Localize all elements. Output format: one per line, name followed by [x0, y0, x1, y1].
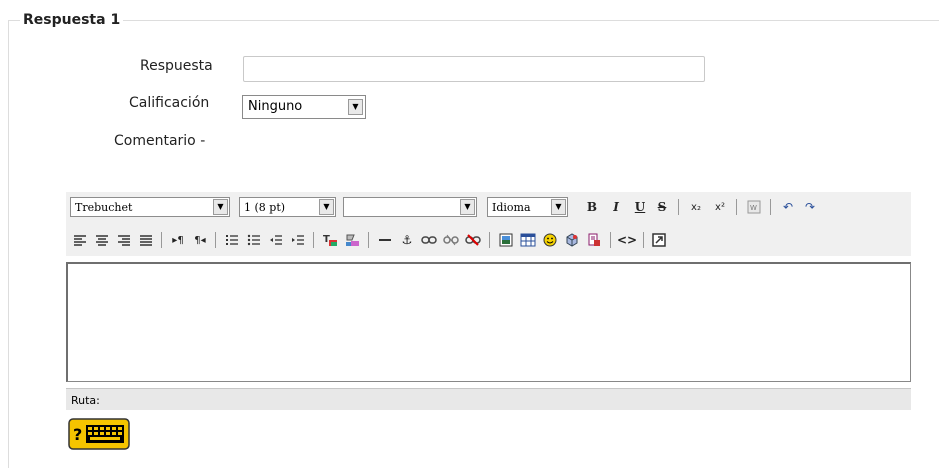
align-center-icon[interactable]	[92, 230, 112, 250]
indent-icon[interactable]	[288, 230, 308, 250]
paste-word-icon[interactable]: W	[744, 197, 764, 217]
underline-icon[interactable]: U	[630, 197, 650, 217]
separator	[643, 232, 644, 248]
rtl-icon[interactable]: ¶◂	[190, 230, 210, 250]
chevron-down-icon: ▼	[460, 199, 475, 215]
ltr-icon[interactable]: ▸¶	[168, 230, 188, 250]
search-replace-icon[interactable]	[584, 230, 604, 250]
path-label: Ruta:	[71, 394, 100, 407]
answer-label: Respuesta	[140, 58, 213, 74]
separator	[610, 232, 611, 248]
html-source-icon[interactable]: <>	[617, 230, 637, 250]
chevron-down-icon: ▼	[319, 199, 334, 215]
answer-input[interactable]	[243, 56, 705, 82]
editor-content-area[interactable]	[66, 262, 911, 382]
chevron-down-icon: ▼	[213, 199, 228, 215]
grade-label: Calificación	[129, 95, 210, 111]
align-left-icon[interactable]	[70, 230, 90, 250]
unlink-icon[interactable]	[441, 230, 461, 250]
editor-toolbar: Trebuchet ▼ 1 (8 pt) ▼ ▼ Idioma ▼ B I U …	[66, 192, 911, 256]
fullscreen-icon[interactable]	[649, 230, 669, 250]
table-icon[interactable]	[518, 230, 538, 250]
outdent-icon[interactable]	[266, 230, 286, 250]
svg-text:W: W	[750, 204, 757, 212]
fieldset-border	[8, 20, 939, 21]
chevron-down-icon: ▼	[551, 199, 566, 215]
font-size-value: 1 (8 pt)	[244, 201, 286, 214]
separator	[161, 232, 162, 248]
link-icon[interactable]	[419, 230, 439, 250]
separator	[736, 199, 737, 215]
image-icon[interactable]	[496, 230, 516, 250]
grade-select[interactable]: Ninguno ▼	[242, 95, 366, 119]
smiley-icon[interactable]	[540, 230, 560, 250]
fieldset-border-left	[8, 20, 9, 468]
special-char-icon[interactable]	[562, 230, 582, 250]
subscript-icon[interactable]: x₂	[686, 197, 706, 217]
font-family-select[interactable]: Trebuchet ▼	[70, 197, 230, 217]
nolink-icon[interactable]	[463, 230, 483, 250]
anchor-icon[interactable]: ⚓	[397, 230, 417, 250]
separator	[215, 232, 216, 248]
justify-icon[interactable]	[136, 230, 156, 250]
svg-text:T: T	[323, 234, 330, 245]
grade-select-value: Ninguno	[248, 99, 303, 114]
separator	[770, 199, 771, 215]
separator	[489, 232, 490, 248]
language-select[interactable]: Idioma ▼	[487, 197, 568, 217]
separator	[368, 232, 369, 248]
align-right-icon[interactable]	[114, 230, 134, 250]
horizontal-rule-icon[interactable]	[375, 230, 395, 250]
font-size-select[interactable]: 1 (8 pt) ▼	[239, 197, 336, 217]
format-select[interactable]: ▼	[343, 197, 477, 217]
superscript-icon[interactable]: x²	[710, 197, 730, 217]
section-legend: Respuesta 1	[20, 12, 124, 28]
feedback-label: Comentario -	[114, 133, 206, 149]
italic-icon[interactable]: I	[606, 197, 626, 217]
separator	[313, 232, 314, 248]
redo-icon[interactable]: ↷	[800, 197, 820, 217]
text-color-icon[interactable]: T	[320, 230, 340, 250]
chevron-down-icon: ▼	[348, 99, 363, 115]
separator	[678, 199, 679, 215]
editor-status-bar: Ruta:	[66, 388, 911, 410]
strikethrough-icon[interactable]: S	[652, 197, 672, 217]
bold-icon[interactable]: B	[582, 197, 602, 217]
keyboard-icon[interactable]: ?	[68, 418, 130, 450]
svg-text:?: ?	[73, 425, 82, 444]
language-value: Idioma	[492, 201, 531, 214]
unordered-list-icon[interactable]	[244, 230, 264, 250]
background-color-icon[interactable]	[342, 230, 362, 250]
ordered-list-icon[interactable]	[222, 230, 242, 250]
font-family-value: Trebuchet	[75, 201, 133, 214]
undo-icon[interactable]: ↶	[778, 197, 798, 217]
